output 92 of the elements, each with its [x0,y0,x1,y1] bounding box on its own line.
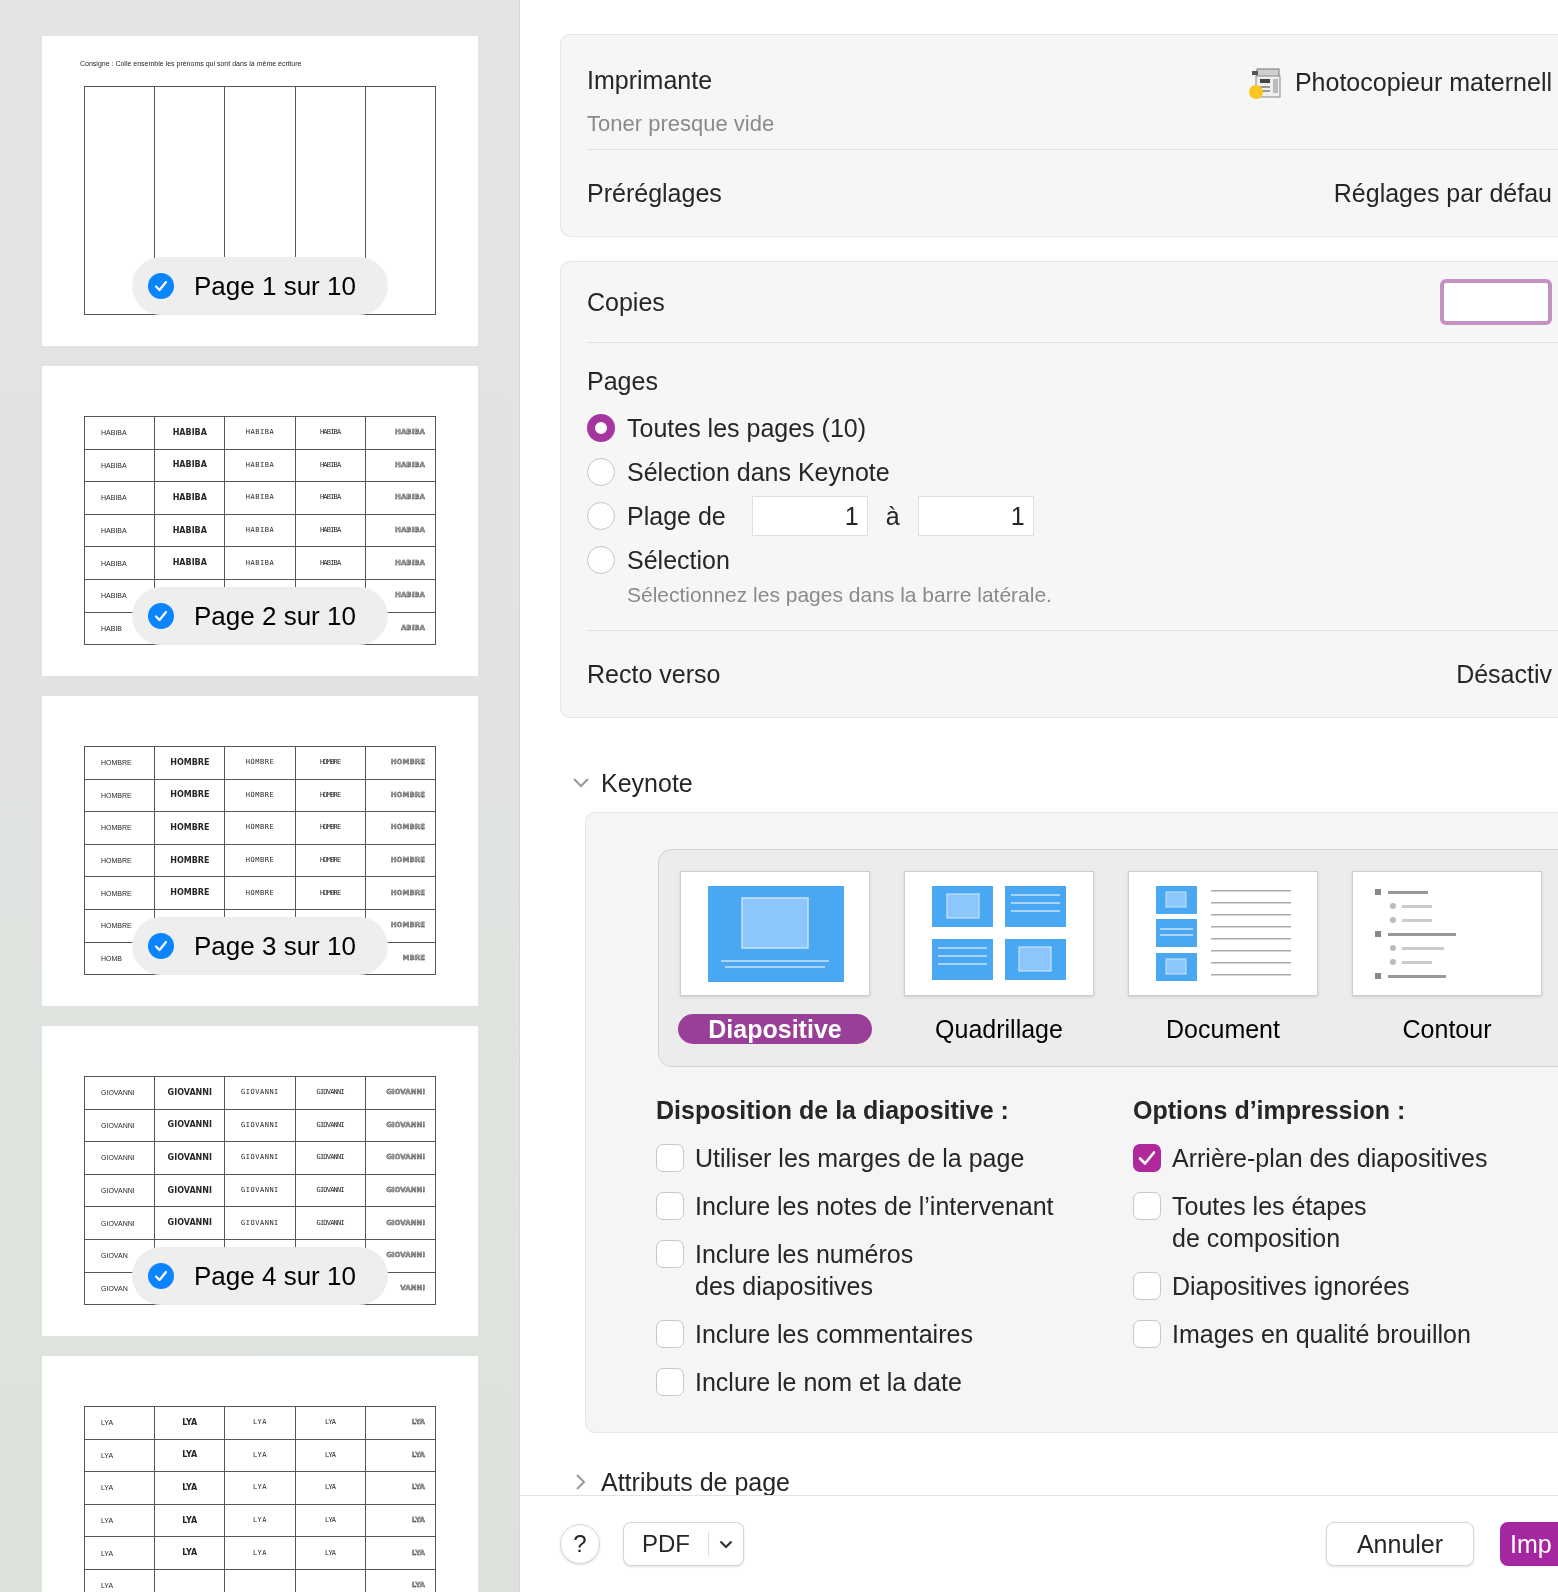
table-cell: GIOVANNI [154,1174,225,1207]
checkbox-label[interactable]: Inclure les numéros des diapositives [695,1238,914,1302]
checkbox-label[interactable]: Images en qualité brouillon [1172,1318,1471,1350]
presets-selector[interactable]: Réglages par défau [1333,178,1552,208]
printer-selector[interactable]: Photocopieur maternell [1294,67,1552,97]
checkbox[interactable] [656,1144,684,1172]
section-title[interactable]: Keynote [601,768,693,798]
checkmark-icon [154,940,168,952]
checkbox[interactable] [148,273,174,299]
checkbox-label[interactable]: Toutes les étapes de composition [1172,1190,1367,1254]
page-label: Page 1 sur 10 [194,273,356,299]
checkmark-icon [154,280,168,292]
checkbox[interactable] [1133,1320,1161,1348]
checkbox[interactable] [1133,1192,1161,1220]
duplex-selector[interactable]: Désactiv [1456,659,1552,689]
checkbox-label[interactable]: Diapositives ignorées [1172,1270,1410,1302]
range-from-field[interactable]: 1 [751,496,868,536]
layout-option[interactable]: Quadrillage [925,1014,1073,1044]
table-cell: LYA [154,1471,225,1505]
setting-label: Imprimante [587,65,714,95]
checkbox[interactable] [148,603,174,629]
table-cell: GIOVANNI [154,1141,225,1175]
group-heading: Disposition de la diapositive : [656,1095,1010,1125]
checkbox-label[interactable]: Utiliser les marges de la page [695,1142,1025,1174]
help-button[interactable]: ? [560,1524,600,1564]
page-label: Page 4 sur 10 [194,1263,356,1289]
radio-button[interactable] [587,414,615,442]
table-cell: HOMBRE [154,811,225,845]
section-label: Pages [587,366,659,396]
table-cell: HABIBA [154,481,225,515]
checkbox[interactable] [656,1240,684,1268]
setting-label: Copies [587,287,665,317]
hint-text: Sélectionnez les pages dans la barre latérale. [627,582,1053,608]
table-cell: HOMBRE [154,779,225,812]
pdf-menu-button[interactable]: PDF [623,1522,744,1566]
layout-option[interactable]: Contour [1392,1014,1502,1044]
range-separator: à [885,501,900,531]
table-cell: GIOVANNI [154,1206,225,1240]
grid-layout-icon[interactable] [904,871,1094,996]
table-cell: LYA [154,1536,225,1570]
table-cell: LYA [154,1439,225,1472]
checkbox-label[interactable]: Arrière-plan des diapositives [1172,1142,1488,1174]
table-cell: LYA [154,1504,225,1537]
page-thumbnail[interactable] [42,1026,478,1336]
cancel-button[interactable]: Annuler [1326,1522,1474,1566]
radio-label[interactable]: Toutes les pages (10) [627,413,867,443]
checkbox[interactable] [148,933,174,959]
checkbox[interactable] [656,1192,684,1220]
layout-option[interactable]: Document [1156,1014,1290,1044]
group-heading: Options d’impression : [1133,1095,1407,1125]
table-cell: HABIBA [154,514,225,547]
document-layout-icon[interactable] [1128,871,1318,996]
table-cell: GIOVANNI [154,1109,225,1142]
checkbox[interactable] [656,1368,684,1396]
table-cell: GIOVANNI [154,1076,225,1110]
radio-button[interactable] [587,546,615,574]
radio-label[interactable]: Plage de [627,501,726,531]
checkbox[interactable] [148,1263,174,1289]
outline-layout-icon[interactable] [1352,871,1542,996]
checkbox-label[interactable]: Inclure les notes de l’intervenant [695,1190,1054,1222]
page-label: Page 2 sur 10 [194,603,356,629]
table-cell: HABIBA [154,449,225,482]
checkmark-icon [154,1270,168,1282]
checkbox[interactable] [1133,1272,1161,1300]
page-label: Page 3 sur 10 [194,933,356,959]
setting-label: Recto verso [587,659,721,689]
copies-field[interactable] [1440,279,1552,325]
radio-label[interactable]: Sélection [627,545,730,575]
slide-layout-icon[interactable] [680,871,870,996]
status-text: Toner presque vide [587,111,775,137]
table-cell: HOMBRE [154,746,225,780]
checkbox-label[interactable]: Inclure les commentaires [695,1318,973,1350]
checkbox[interactable] [1133,1144,1161,1172]
pdf-label[interactable]: PDF [624,1532,709,1556]
checkbox[interactable] [656,1320,684,1348]
table-cell: HABIBA [154,416,225,450]
page-thumbnail[interactable] [42,366,478,676]
table-cell: HOMBRE [154,876,225,910]
print-button[interactable]: Imp [1500,1522,1558,1566]
layout-option[interactable]: Diapositive [678,1014,872,1044]
checkbox-label[interactable]: Inclure le nom et la date [695,1366,962,1398]
checkmark-icon [154,610,168,622]
table-cell: HABIBA [154,546,225,580]
table-cell: HOMBRE [154,844,225,877]
setting-label: Préréglages [587,178,722,208]
range-to-field[interactable]: 1 [917,496,1034,536]
table-cell: LYA [154,1406,225,1440]
checkmark-icon [1138,1150,1156,1166]
page-thumbnail[interactable] [42,696,478,1006]
radio-button[interactable] [587,458,615,486]
radio-button[interactable] [587,502,615,530]
radio-label[interactable]: Sélection dans Keynote [627,457,890,487]
